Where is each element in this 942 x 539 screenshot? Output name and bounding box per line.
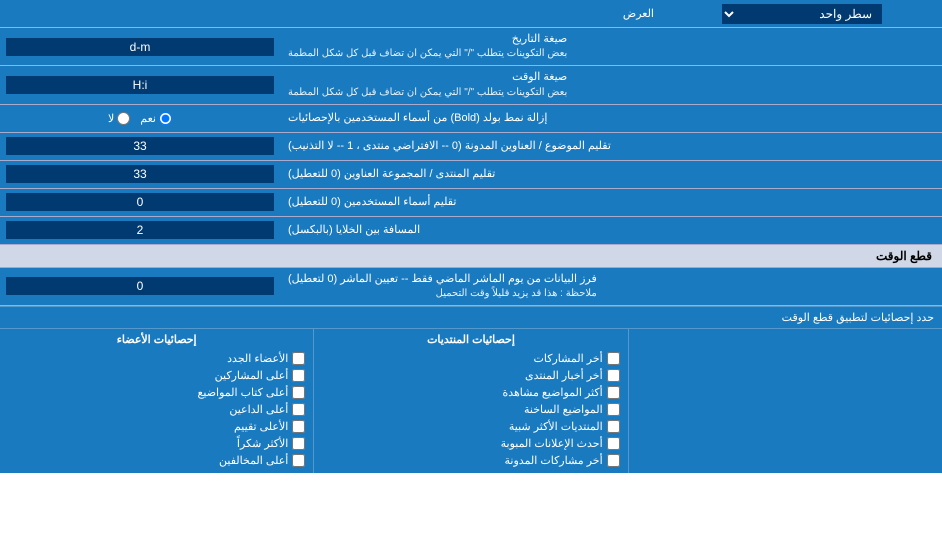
time-format-label: صيغة الوقت بعض التكوينات يتطلب "/" التي … xyxy=(280,66,942,103)
date-format-main: صيغة التاريخ xyxy=(288,32,567,47)
stats-forum-label-5: المنتديات الأكثر شبية xyxy=(509,420,603,433)
stats-forum-item-5: المنتديات الأكثر شبية xyxy=(322,418,619,435)
time-format-sub: بعض التكوينات يتطلب "/" التي يمكن ان تضا… xyxy=(288,86,567,100)
cell-spacing-label: المسافة بين الخلايا (بالبكسل) xyxy=(280,217,942,244)
stats-columns: إحصائيات المنتديات أخر المشاركات أخر أخب… xyxy=(0,329,942,473)
date-format-label: صيغة التاريخ بعض التكوينات يتطلب "/" الت… xyxy=(280,28,942,65)
stats-forum-checkbox-1[interactable] xyxy=(607,352,620,365)
bold-remove-input-wrap: نعم لا xyxy=(0,105,280,132)
bold-remove-radio-group: نعم لا xyxy=(108,112,172,125)
stats-member-item-3: أعلى كتاب المواضيع xyxy=(8,384,305,401)
cutoff-main: فرز البيانات من يوم الماشر الماضي فقط --… xyxy=(288,272,597,287)
date-format-input-wrap xyxy=(0,28,280,65)
date-format-input[interactable] xyxy=(6,38,274,56)
stats-forum-checkbox-2[interactable] xyxy=(607,369,620,382)
stats-forum-item-2: أخر أخبار المنتدى xyxy=(322,367,619,384)
topic-address-row: تقليم الموضوع / العناوين المدونة (0 -- ا… xyxy=(0,133,942,161)
user-names-label: تقليم أسماء المستخدمين (0 للتعطيل) xyxy=(280,189,942,216)
stats-forum-item-6: أحدث الإعلانات المبوبة xyxy=(322,435,619,452)
user-names-row: تقليم أسماء المستخدمين (0 للتعطيل) xyxy=(0,189,942,217)
cell-spacing-row: المسافة بين الخلايا (بالبكسل) xyxy=(0,217,942,245)
forum-address-label: تقليم المنتدى / المجموعة العناوين (0 للت… xyxy=(280,161,942,188)
display-mode-row: سطر واحد سطران ثلاثة أسطر العرض xyxy=(0,0,942,28)
stats-forum-checkbox-3[interactable] xyxy=(607,386,620,399)
stats-member-label-5: الأعلى تقييم xyxy=(234,420,288,433)
bold-remove-row: إزالة نمط بولد (Bold) من أسماء المستخدمي… xyxy=(0,105,942,133)
stats-member-item-6: الأكثر شكراً xyxy=(8,435,305,452)
stats-col-empty xyxy=(628,329,942,473)
cutoff-input[interactable] xyxy=(6,277,274,295)
bold-remove-yes-radio[interactable] xyxy=(159,112,172,125)
cutoff-label: فرز البيانات من يوم الماشر الماضي فقط --… xyxy=(280,268,942,305)
bold-remove-label: إزالة نمط بولد (Bold) من أسماء المستخدمي… xyxy=(280,105,942,132)
stats-forum-checkbox-7[interactable] xyxy=(607,454,620,467)
user-names-input[interactable] xyxy=(6,193,274,211)
bold-remove-yes-label[interactable]: نعم xyxy=(140,112,172,125)
stats-forum-checkbox-4[interactable] xyxy=(607,403,620,416)
stats-member-label-2: أعلى المشاركين xyxy=(215,369,289,382)
stats-member-item-4: أعلى الداعين xyxy=(8,401,305,418)
stats-member-checkbox-3[interactable] xyxy=(292,386,305,399)
stats-member-checkbox-1[interactable] xyxy=(292,352,305,365)
time-format-main: صيغة الوقت xyxy=(288,70,567,85)
stats-member-label-1: الأعضاء الجدد xyxy=(227,352,288,365)
stats-member-label-6: الأكثر شكراً xyxy=(237,437,288,450)
stats-forum-checkbox-5[interactable] xyxy=(607,420,620,433)
bold-remove-no-radio[interactable] xyxy=(117,112,130,125)
display-mode-select[interactable]: سطر واحد سطران ثلاثة أسطر xyxy=(722,4,882,24)
display-mode-input[interactable]: سطر واحد سطران ثلاثة أسطر xyxy=(662,1,942,27)
cell-spacing-input-wrap xyxy=(0,217,280,244)
cutoff-row: فرز البيانات من يوم الماشر الماضي فقط --… xyxy=(0,268,942,306)
stats-col-members: إحصائيات الأعضاء الأعضاء الجدد أعلى المش… xyxy=(0,329,313,473)
stats-section: حدد إحصائيات لتطبيق قطع الوقت إحصائيات ا… xyxy=(0,306,942,473)
stats-forums-header: إحصائيات المنتديات xyxy=(322,333,619,346)
stats-members-header: إحصائيات الأعضاء xyxy=(8,333,305,346)
date-format-sub: بعض التكوينات يتطلب "/" التي يمكن ان تضا… xyxy=(288,47,567,61)
forum-address-input-wrap xyxy=(0,161,280,188)
stats-limit-label: حدد إحصائيات لتطبيق قطع الوقت xyxy=(0,307,942,329)
stats-forum-checkbox-6[interactable] xyxy=(607,437,620,450)
forum-address-row: تقليم المنتدى / المجموعة العناوين (0 للت… xyxy=(0,161,942,189)
stats-member-item-5: الأعلى تقييم xyxy=(8,418,305,435)
stats-forum-label-1: أخر المشاركات xyxy=(534,352,603,365)
time-format-row: صيغة الوقت بعض التكوينات يتطلب "/" التي … xyxy=(0,66,942,104)
cutoff-note: ملاحظة : هذا قد يزيد قليلاً وقت التحميل xyxy=(288,287,597,301)
time-format-input[interactable] xyxy=(6,76,274,94)
stats-col-forums: إحصائيات المنتديات أخر المشاركات أخر أخب… xyxy=(313,329,627,473)
stats-forum-label-4: المواضيع الساخنة xyxy=(524,403,603,416)
stats-forum-item-7: أخر مشاركات المدونة xyxy=(322,452,619,469)
display-mode-label: العرض xyxy=(0,3,662,24)
time-format-input-wrap xyxy=(0,66,280,103)
bold-remove-no-label[interactable]: لا xyxy=(108,112,130,125)
stats-forum-item-3: أكثر المواضيع مشاهدة xyxy=(322,384,619,401)
stats-forum-item-1: أخر المشاركات xyxy=(322,350,619,367)
stats-forum-label-3: أكثر المواضيع مشاهدة xyxy=(502,386,602,399)
user-names-input-wrap xyxy=(0,189,280,216)
stats-member-label-7: أعلى المخالفين xyxy=(219,454,288,467)
topic-address-input[interactable] xyxy=(6,137,274,155)
stats-member-checkbox-6[interactable] xyxy=(292,437,305,450)
stats-forum-item-4: المواضيع الساخنة xyxy=(322,401,619,418)
cell-spacing-input[interactable] xyxy=(6,221,274,239)
stats-member-label-4: أعلى الداعين xyxy=(229,403,288,416)
stats-forum-label-2: أخر أخبار المنتدى xyxy=(525,369,603,382)
stats-member-item-7: أعلى المخالفين xyxy=(8,452,305,469)
forum-address-input[interactable] xyxy=(6,165,274,183)
cutoff-input-wrap xyxy=(0,268,280,305)
topic-address-input-wrap xyxy=(0,133,280,160)
stats-member-checkbox-7[interactable] xyxy=(292,454,305,467)
stats-member-item-2: أعلى المشاركين xyxy=(8,367,305,384)
stats-forum-label-7: أخر مشاركات المدونة xyxy=(505,454,603,467)
stats-member-checkbox-5[interactable] xyxy=(292,420,305,433)
stats-member-checkbox-4[interactable] xyxy=(292,403,305,416)
date-format-row: صيغة التاريخ بعض التكوينات يتطلب "/" الت… xyxy=(0,28,942,66)
stats-forum-label-6: أحدث الإعلانات المبوبة xyxy=(501,437,603,450)
stats-member-item-1: الأعضاء الجدد xyxy=(8,350,305,367)
cutoff-section-header: قطع الوقت xyxy=(0,245,942,268)
stats-member-label-3: أعلى كتاب المواضيع xyxy=(198,386,289,399)
topic-address-label: تقليم الموضوع / العناوين المدونة (0 -- ا… xyxy=(280,133,942,160)
stats-member-checkbox-2[interactable] xyxy=(292,369,305,382)
